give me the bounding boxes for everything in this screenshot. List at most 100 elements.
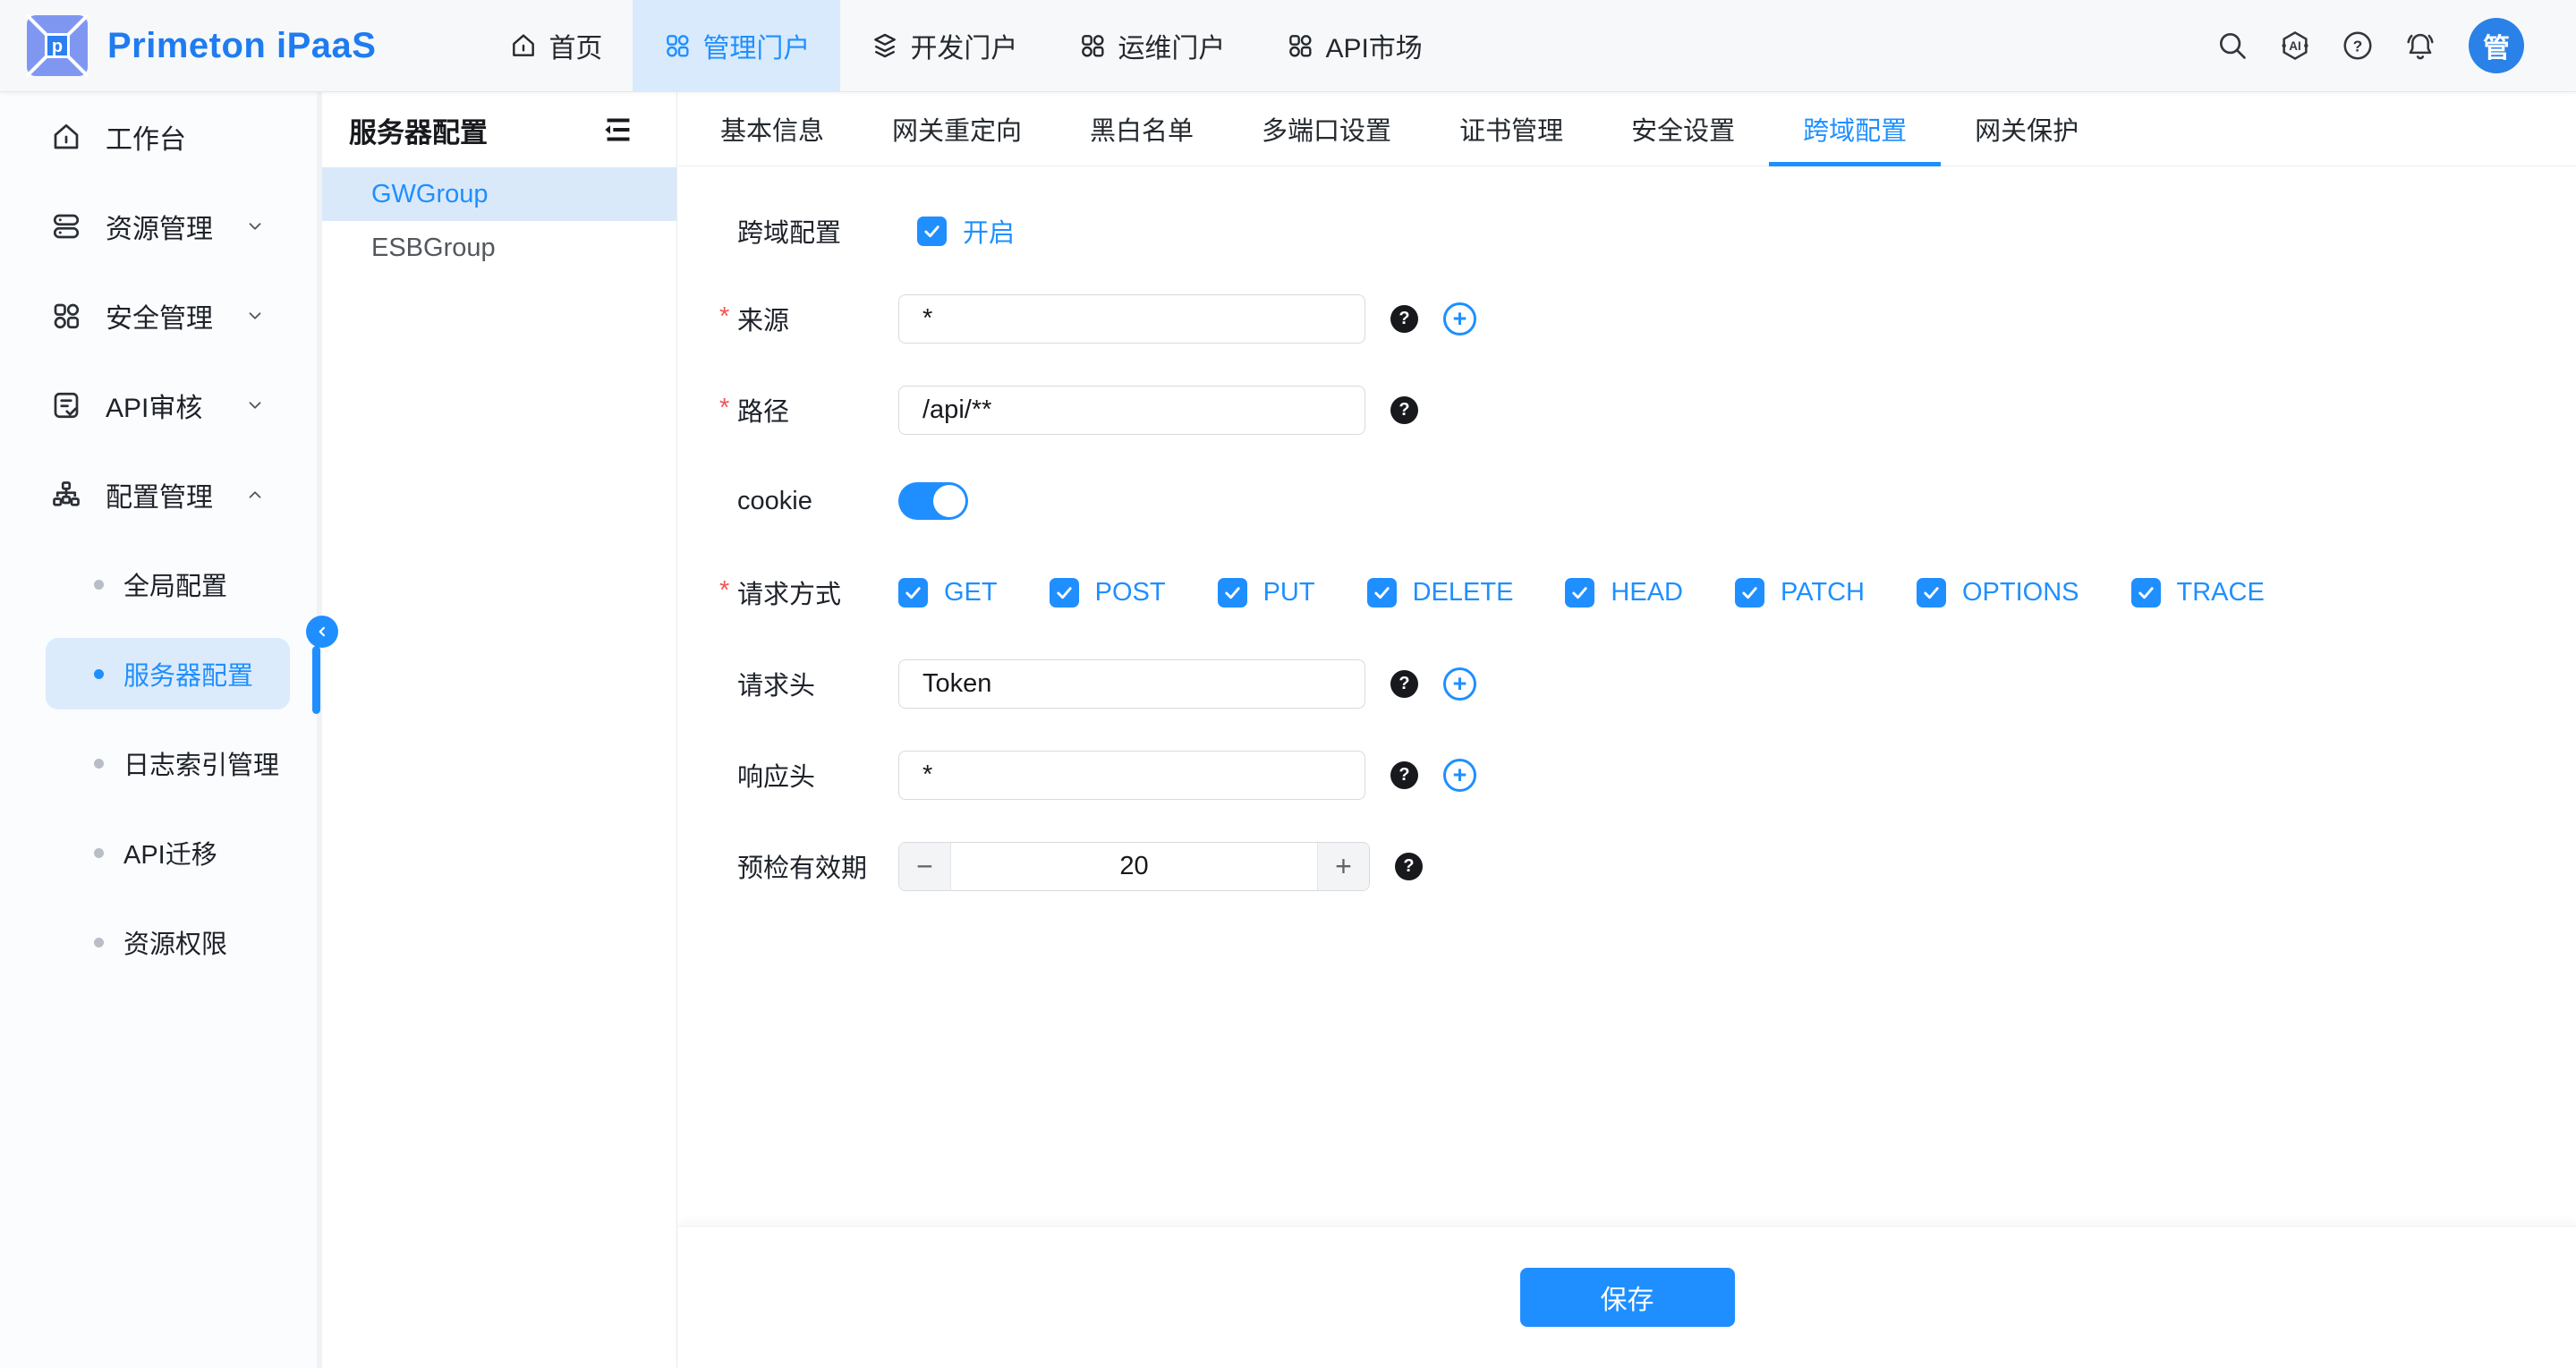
checkbox	[898, 578, 928, 608]
response-header-input[interactable]	[898, 751, 1365, 800]
field-label: *请求方式	[737, 574, 898, 611]
server-group-item-esbgroup[interactable]: ESBGroup	[322, 221, 676, 275]
nav-item-api-market[interactable]: API市场	[1255, 0, 1452, 92]
request-header-help-icon[interactable]: ?	[1390, 670, 1418, 698]
method-label: POST	[1095, 578, 1166, 608]
sidebar-item-security[interactable]: 安全管理	[0, 271, 317, 361]
sidebar-item-config[interactable]: 配置管理	[0, 450, 317, 540]
origin-help-icon[interactable]: ?	[1390, 305, 1418, 333]
panel-title: 服务器配置	[349, 110, 488, 150]
tab-certificate[interactable]: 证书管理	[1425, 92, 1597, 166]
form-footer: 保存	[678, 1226, 2576, 1368]
method-checkbox-head[interactable]: HEAD	[1565, 578, 1683, 608]
cors-form: 跨域配置 开启 *来源 ? + *路径	[678, 166, 2576, 1226]
nav-item-admin-portal[interactable]: 管理门户	[633, 0, 840, 92]
tab-security-settings[interactable]: 安全设置	[1597, 92, 1769, 166]
sidebar-item-label: 配置管理	[106, 475, 213, 514]
path-input[interactable]	[898, 386, 1365, 435]
avatar[interactable]: 管	[2469, 18, 2524, 73]
method-label: DELETE	[1413, 578, 1514, 608]
search-icon[interactable]	[2213, 26, 2252, 65]
nav-item-home[interactable]: 首页	[479, 0, 633, 92]
resource-icon	[50, 210, 82, 242]
cors-enable-label[interactable]: 开启	[963, 212, 1015, 250]
help-icon[interactable]: ?	[2338, 26, 2377, 65]
server-group-item-gwgroup[interactable]: GWGroup	[322, 167, 676, 221]
field-label: *路径	[737, 391, 898, 429]
nav-item-label: 运维门户	[1118, 26, 1225, 65]
preflight-value-input[interactable]	[951, 843, 1317, 890]
sidebar-item-server-config[interactable]: 服务器配置	[0, 629, 317, 718]
form-row-methods: *请求方式 GET POST PUT	[737, 567, 2576, 617]
method-checkbox-post[interactable]: POST	[1050, 578, 1166, 608]
response-header-add-button[interactable]: +	[1443, 759, 1476, 792]
tab-gateway-redirect[interactable]: 网关重定向	[858, 92, 1056, 166]
tab-basic-info[interactable]: 基本信息	[686, 92, 858, 166]
ai-assistant-icon[interactable]: AI	[2275, 26, 2315, 65]
menu-fold-icon[interactable]	[599, 114, 632, 146]
cookie-toggle[interactable]	[898, 482, 968, 520]
stepper-increase-button[interactable]: +	[1317, 843, 1369, 890]
checkbox	[1050, 578, 1079, 608]
method-checkbox-options[interactable]: OPTIONS	[1917, 578, 2079, 608]
form-row-cors-enable: 跨域配置 开启	[737, 209, 2576, 252]
nav-item-label: 开发门户	[910, 26, 1017, 65]
chevron-down-icon	[245, 395, 265, 415]
request-header-add-button[interactable]: +	[1443, 667, 1476, 701]
svg-text:AI: AI	[2289, 39, 2300, 53]
preflight-help-icon[interactable]: ?	[1395, 853, 1423, 880]
tab-label: 基本信息	[720, 110, 824, 148]
method-label: PATCH	[1781, 578, 1865, 608]
sidebar-item-global-config[interactable]: 全局配置	[0, 540, 317, 629]
check-icon	[1921, 582, 1942, 603]
path-help-icon[interactable]: ?	[1390, 396, 1418, 424]
brand[interactable]: p Primeton iPaaS	[0, 13, 376, 78]
top-nav: 首页 管理门户 开发门户 运维门户	[479, 0, 1452, 92]
chevron-down-icon	[245, 306, 265, 326]
sidebar-collapse-button[interactable]	[306, 616, 338, 648]
field-label: 跨域配置	[737, 212, 898, 250]
method-checkbox-put[interactable]: PUT	[1218, 578, 1315, 608]
method-checkbox-patch[interactable]: PATCH	[1735, 578, 1865, 608]
origin-input[interactable]	[898, 294, 1365, 344]
sidebar-item-workbench[interactable]: 工作台	[0, 92, 317, 182]
nav-item-ops-portal[interactable]: 运维门户	[1048, 0, 1255, 92]
sidebar-item-resources[interactable]: 资源管理	[0, 182, 317, 271]
panel-divider-handle[interactable]	[312, 646, 320, 714]
tab-label: 多端口设置	[1262, 110, 1391, 148]
check-icon	[1739, 582, 1760, 603]
home-icon	[50, 121, 82, 153]
bell-icon[interactable]	[2401, 26, 2440, 65]
grid-icon	[1078, 31, 1107, 60]
grid-icon	[1286, 31, 1314, 60]
sidebar-item-api-audit[interactable]: API审核	[0, 361, 317, 450]
svg-text:p: p	[52, 37, 63, 56]
sidebar-item-log-index[interactable]: 日志索引管理	[0, 718, 317, 808]
method-checkbox-get[interactable]: GET	[898, 578, 998, 608]
tab-label: 网关重定向	[892, 110, 1022, 148]
tab-blackwhite-list[interactable]: 黑白名单	[1056, 92, 1228, 166]
save-button[interactable]: 保存	[1520, 1268, 1735, 1327]
request-header-input[interactable]	[898, 659, 1365, 709]
tab-gateway-protection[interactable]: 网关保护	[1941, 92, 2113, 166]
nav-item-dev-portal[interactable]: 开发门户	[840, 0, 1048, 92]
server-group-name: ESBGroup	[371, 234, 496, 263]
response-header-help-icon[interactable]: ?	[1390, 761, 1418, 789]
required-marker: *	[719, 302, 729, 332]
sidebar-config-children: 全局配置 服务器配置 日志索引管理 API迁移	[0, 540, 317, 987]
stepper-decrease-button[interactable]: −	[899, 843, 951, 890]
method-checkbox-delete[interactable]: DELETE	[1367, 578, 1514, 608]
nav-item-label: 管理门户	[702, 26, 810, 65]
cors-enable-checkbox[interactable]	[917, 217, 947, 246]
tab-multiport[interactable]: 多端口设置	[1228, 92, 1425, 166]
main-content: 基本信息 网关重定向 黑白名单 多端口设置 证书管理 安全设置 跨域配置 网关保…	[678, 92, 2576, 1368]
sidebar-item-api-migration[interactable]: API迁移	[0, 808, 317, 897]
tab-cors-config[interactable]: 跨域配置	[1769, 92, 1941, 166]
avatar-text: 管	[2483, 26, 2510, 65]
sidebar-item-resource-permission[interactable]: 资源权限	[0, 897, 317, 987]
chevron-up-icon	[245, 485, 265, 505]
origin-add-button[interactable]: +	[1443, 302, 1476, 336]
bullet-icon	[94, 759, 104, 769]
bullet-icon	[94, 938, 104, 947]
method-checkbox-trace[interactable]: TRACE	[2131, 578, 2265, 608]
